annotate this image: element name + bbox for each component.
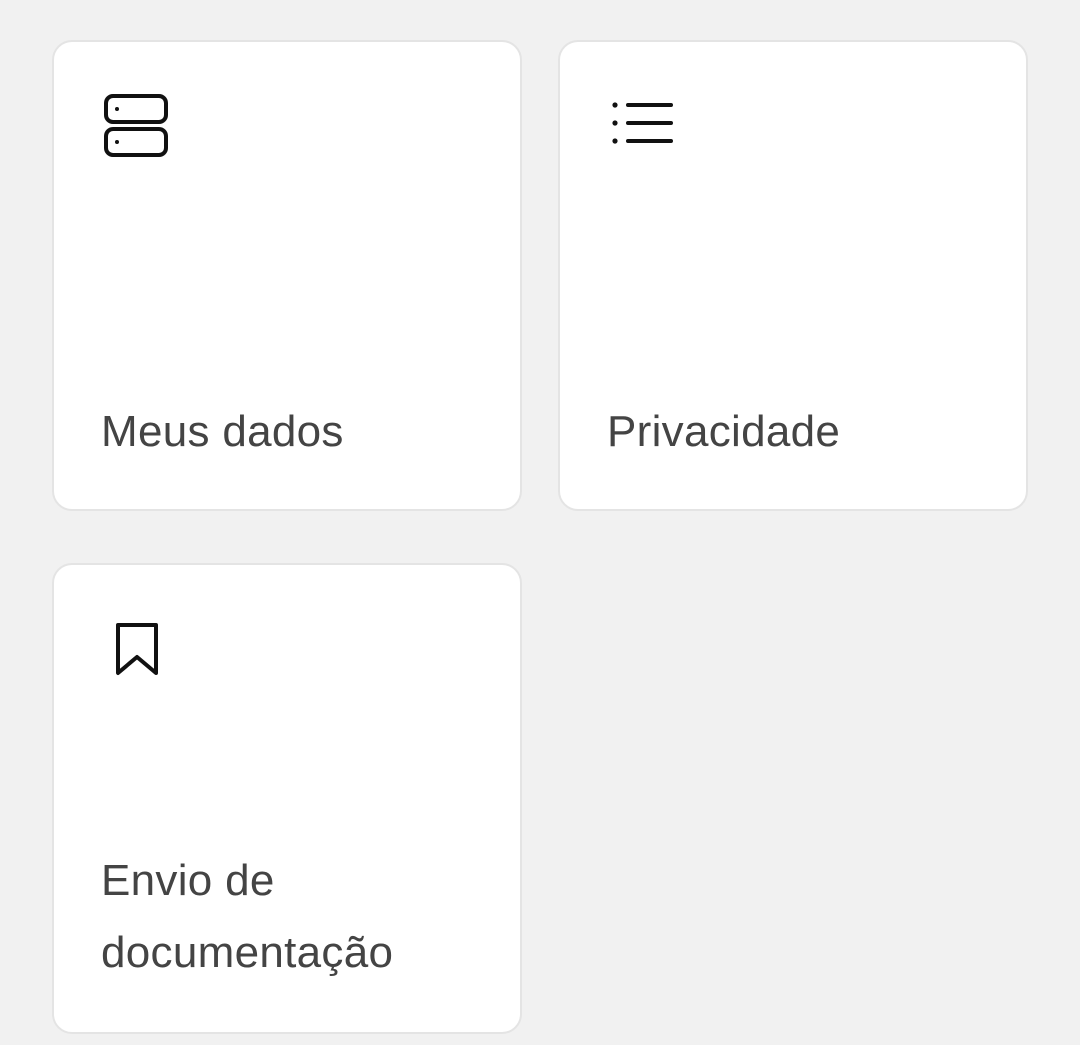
card-label: Privacidade [607, 407, 841, 456]
card-meus-dados[interactable]: Meus dados [52, 40, 522, 511]
list-icon [612, 102, 673, 144]
card-label: Envio de documentação [101, 856, 394, 977]
card-label: Meus dados [101, 407, 344, 456]
server-icon [104, 94, 168, 157]
bookmark-icon [116, 623, 158, 675]
card-envio-de-documentacao[interactable]: Envio de documentação [52, 563, 522, 1034]
card-privacidade[interactable]: Privacidade [558, 40, 1028, 511]
